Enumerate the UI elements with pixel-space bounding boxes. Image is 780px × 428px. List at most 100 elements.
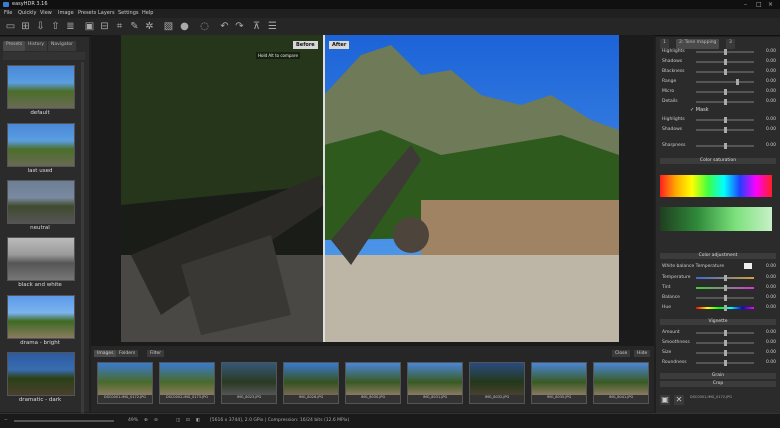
compare-icon[interactable]: ⊼ [250, 20, 263, 33]
tab-folders[interactable]: Folders [116, 350, 139, 357]
tab-step-3[interactable]: 3 [726, 39, 735, 49]
film-caption: IMG_8035.JPG [546, 395, 572, 399]
tab-images[interactable]: Images [94, 350, 117, 357]
film-thumbnail[interactable]: DSC0001-IMG_0172.JPG [97, 362, 153, 404]
slider[interactable] [696, 350, 754, 356]
tab-step-1[interactable]: 1 [660, 39, 669, 49]
mask-checkbox[interactable]: ✓ Mask [690, 107, 709, 113]
slider-value: 0.00 [765, 127, 776, 132]
slider[interactable] [696, 360, 754, 366]
zoom-fit-icon[interactable]: ⊖ [154, 418, 158, 423]
menu-file[interactable]: File [4, 10, 12, 16]
section-color-saturation[interactable]: Color saturation [660, 158, 776, 164]
tab-history[interactable]: History [25, 41, 48, 51]
crop-icon[interactable]: ⌗ [113, 20, 126, 33]
slider-label: Size [662, 350, 672, 355]
window-title: easyHDR 3.16 [12, 1, 48, 7]
preset-item[interactable]: neutral [7, 180, 75, 231]
image-icon[interactable]: ▧ [162, 20, 175, 33]
hide-filmstrip-button[interactable]: Hide [634, 350, 651, 357]
slider[interactable] [696, 275, 754, 281]
stop-icon[interactable]: ◌ [198, 20, 211, 33]
slider-label: Blackness [662, 69, 685, 74]
batch-icon[interactable]: ≣ [64, 20, 77, 33]
film-thumbnail[interactable]: IMG_8032.JPG [469, 362, 525, 404]
slider[interactable] [696, 79, 754, 85]
record-icon[interactable]: ● [178, 20, 191, 33]
export-icon[interactable]: ⇧ [49, 20, 62, 33]
slider[interactable] [696, 117, 754, 123]
preset-item[interactable]: black and white [7, 237, 75, 288]
tab-presets[interactable]: Presets [3, 41, 26, 51]
slider[interactable] [696, 340, 754, 346]
preset-thumbnail [7, 123, 75, 167]
camera-icon[interactable]: ◫ [176, 418, 180, 423]
slider[interactable] [696, 295, 754, 301]
section-color-adjustment[interactable]: Color adjustment [660, 253, 776, 259]
layers-icon[interactable]: ☰ [266, 20, 279, 33]
maximize-icon[interactable]: □ [756, 1, 762, 8]
save-icon[interactable]: ▣ [660, 395, 670, 405]
menu-settings[interactable]: Settings [118, 10, 139, 16]
slider[interactable] [696, 59, 754, 65]
saturation-strip[interactable] [660, 207, 772, 231]
slider[interactable] [696, 69, 754, 75]
fullscreen-icon[interactable]: ⊡ [186, 418, 190, 423]
film-thumbnail[interactable]: IMG_8030.JPG [345, 362, 401, 404]
section-vignette[interactable]: Vignette [660, 319, 776, 325]
film-thumbnail[interactable]: IMG_8035.JPG [531, 362, 587, 404]
slider[interactable] [696, 330, 754, 336]
tab-navigator[interactable]: Navigator [48, 41, 77, 51]
menu-quickly[interactable]: Quickly [18, 10, 37, 16]
brush-icon[interactable]: ✎ [128, 20, 141, 33]
menu-presets[interactable]: Presets [78, 10, 96, 16]
film-thumbnail[interactable]: IMG_8041.JPG [593, 362, 649, 404]
gear-icon[interactable]: ✲ [143, 20, 156, 33]
redo-icon[interactable]: ↷ [233, 20, 246, 33]
app-icon [3, 2, 9, 7]
save-icon[interactable]: ▣ [83, 20, 96, 33]
section-grain[interactable]: Grain [660, 373, 776, 379]
slider-value: 0.00 [765, 117, 776, 122]
open-icon[interactable]: ⊞ [19, 20, 32, 33]
tab-tone-mapping[interactable]: 2: Tone mapping [676, 39, 720, 49]
film-thumbnail[interactable]: DSC0002-IMG_0173.JPG [159, 362, 215, 404]
slider[interactable] [696, 49, 754, 55]
slider-value: 0.00 [765, 69, 776, 74]
slider[interactable] [696, 285, 754, 291]
new-icon[interactable]: ▭ [4, 20, 17, 33]
hue-spectrum[interactable] [660, 175, 772, 197]
slider[interactable] [696, 127, 754, 133]
menu-layers[interactable]: Layers [98, 10, 115, 16]
preset-item[interactable]: default [7, 65, 75, 116]
close-icon[interactable]: × [768, 1, 773, 8]
menu-image[interactable]: Image [58, 10, 74, 16]
film-thumbnail[interactable]: IMG_8023.JPG [221, 362, 277, 404]
zoom-out-icon[interactable]: − [4, 418, 8, 423]
film-thumbnail[interactable]: IMG_8031.JPG [407, 362, 463, 404]
preset-item[interactable]: drama - bright [7, 295, 75, 346]
preset-item[interactable]: dramatic - dark [7, 352, 75, 403]
zoom-in-icon[interactable]: ⊕ [144, 418, 148, 423]
color-swatch[interactable] [744, 263, 752, 269]
zoom-slider[interactable] [14, 420, 114, 422]
minimize-icon[interactable]: – [744, 1, 747, 8]
menu-view[interactable]: View [40, 10, 52, 16]
undo-icon[interactable]: ↶ [218, 20, 231, 33]
close-filmstrip-button[interactable]: Close [612, 350, 631, 357]
preset-item[interactable]: last used [7, 123, 75, 174]
close-icon[interactable]: ✕ [674, 395, 684, 405]
split-icon[interactable]: ◧ [196, 418, 200, 423]
import-icon[interactable]: ⇩ [34, 20, 47, 33]
grid-icon[interactable]: ⊟ [98, 20, 111, 33]
slider[interactable] [696, 89, 754, 95]
slider[interactable] [696, 143, 754, 149]
presets-scrollbar[interactable] [81, 62, 84, 422]
tab-filter[interactable]: Filter [147, 350, 165, 357]
section-crop[interactable]: Crop [660, 381, 776, 387]
preview-image[interactable]: Before After Hold Alt to compare [121, 35, 619, 342]
slider[interactable] [696, 305, 754, 311]
slider[interactable] [696, 99, 754, 105]
film-thumbnail[interactable]: IMG_8026.JPG [283, 362, 339, 404]
menu-help[interactable]: Help [142, 10, 153, 16]
